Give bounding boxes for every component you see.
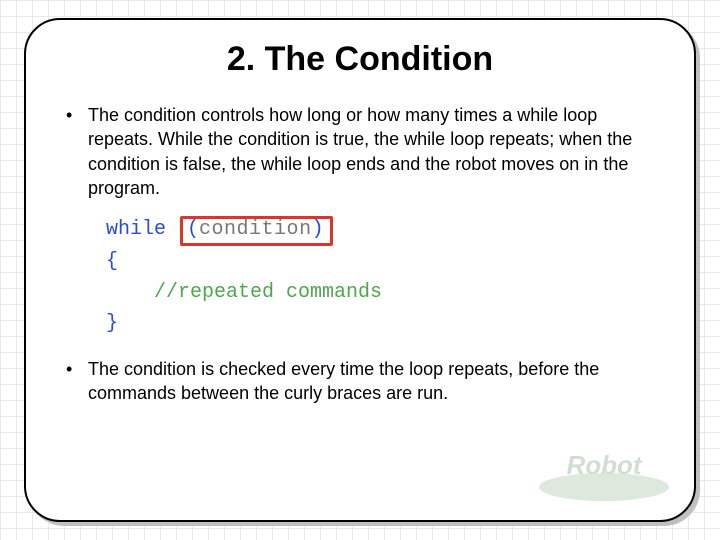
code-line: while (condition) — [106, 214, 654, 246]
code-brace-open: { — [106, 250, 118, 273]
watermark-logo: Robot — [534, 442, 674, 502]
slide-frame: 2. The Condition • The condition control… — [24, 18, 696, 522]
code-paren-open: ( — [187, 218, 199, 241]
code-line: { — [106, 246, 654, 277]
bullet-list: • The condition is checked every time th… — [66, 357, 654, 406]
condition-highlight: (condition) — [180, 216, 333, 246]
list-item: • The condition is checked every time th… — [66, 357, 654, 406]
bullet-dot-icon: • — [66, 103, 88, 200]
code-keyword: while — [106, 218, 166, 241]
code-line: //repeated commands — [106, 277, 654, 308]
code-line: } — [106, 308, 654, 339]
bullet-text: The condition controls how long or how m… — [88, 103, 654, 200]
code-brace-close: } — [106, 312, 118, 335]
code-paren-close: ) — [312, 218, 324, 241]
code-comment: //repeated commands — [154, 281, 382, 304]
bullet-dot-icon: • — [66, 357, 88, 406]
slide-title: 2. The Condition — [66, 40, 654, 79]
watermark-text: Robot — [566, 450, 642, 480]
code-identifier: condition — [199, 218, 312, 241]
code-block: while (condition) { //repeated commands … — [106, 214, 654, 339]
bullet-list: • The condition controls how long or how… — [66, 103, 654, 200]
bullet-text: The condition is checked every time the … — [88, 357, 654, 406]
list-item: • The condition controls how long or how… — [66, 103, 654, 200]
